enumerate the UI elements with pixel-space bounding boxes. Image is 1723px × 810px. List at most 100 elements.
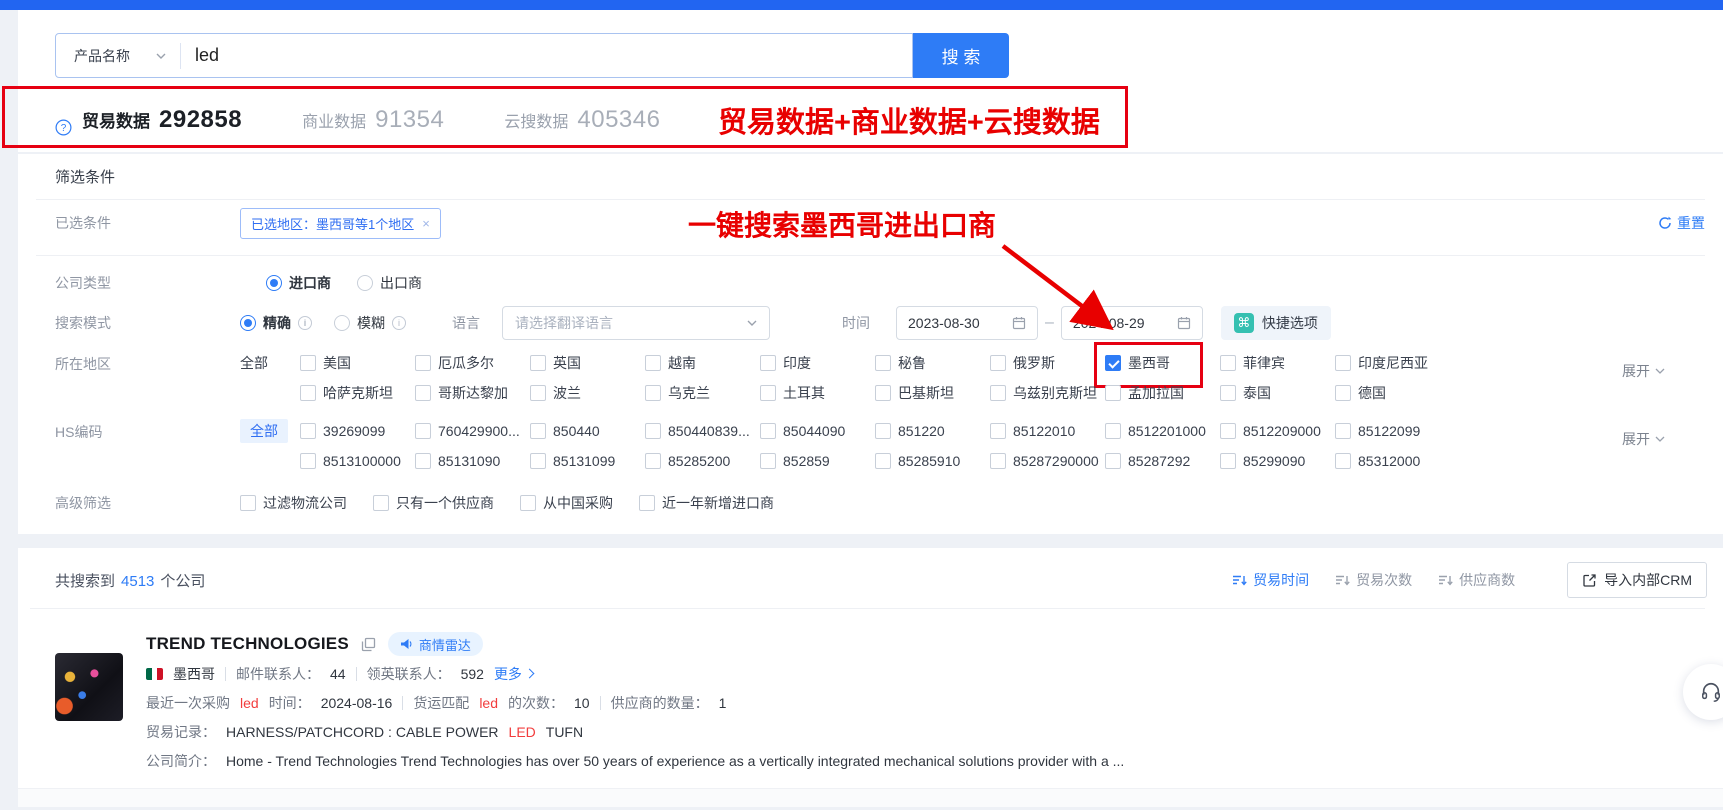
advanced-checkbox-buy-from-china[interactable]: 从中国采购 (520, 493, 613, 513)
advanced-checkbox-new-importer[interactable]: 近一年新增进口商 (639, 493, 774, 513)
region-option-label: 印度 (783, 353, 811, 373)
hscode-checkbox[interactable]: 85312000 (1335, 453, 1450, 469)
checkbox-icon (1220, 355, 1236, 371)
sort-supplier-count[interactable]: 供应商数 (1438, 570, 1515, 590)
region-checkbox-pakistan[interactable]: 巴基斯坦 (875, 383, 990, 403)
hscode-checkbox[interactable]: 851220 (875, 423, 990, 439)
reset-button[interactable]: 重置 (1658, 213, 1705, 233)
region-checkbox-indonesia[interactable]: 印度尼西亚 (1335, 353, 1450, 373)
language-select[interactable]: 请选择翻译语言 (502, 306, 770, 340)
more-link[interactable]: 更多 (494, 664, 533, 684)
calendar-icon (1177, 316, 1191, 330)
hscode-checkbox[interactable]: 85287292 (1105, 453, 1220, 469)
hscode-checkbox[interactable]: 760429900... (415, 423, 530, 439)
region-checkbox-peru[interactable]: 秘鲁 (875, 353, 990, 373)
hscode-checkbox[interactable]: 85131099 (530, 453, 645, 469)
advanced-checkbox-filter-logistics[interactable]: 过滤物流公司 (240, 493, 347, 513)
region-all[interactable]: 全部 (240, 353, 300, 373)
advanced-checkbox-single-supplier[interactable]: 只有一个供应商 (373, 493, 494, 513)
command-icon: ⌘ (1234, 313, 1254, 333)
region-checkbox-thailand[interactable]: 泰国 (1220, 383, 1335, 403)
sort-trade-time[interactable]: 贸易时间 (1232, 570, 1309, 590)
hscode-all[interactable]: 全部 (240, 421, 300, 441)
region-checkbox-kazakhstan[interactable]: 哈萨克斯坦 (300, 383, 415, 403)
last-purchase-date: 2024-08-16 (321, 695, 393, 711)
chevron-down-icon (156, 53, 166, 59)
search-button[interactable]: 搜 索 (913, 33, 1009, 78)
checkbox-icon (875, 423, 891, 439)
advanced-filter-row: 高级筛选 过滤物流公司 只有一个供应商 从中国采购 近一年新增进口商 (18, 488, 1723, 518)
company-country: 墨西哥 (173, 664, 215, 684)
info-icon[interactable]: i (298, 316, 312, 330)
radio-label: 进口商 (289, 273, 331, 293)
region-checkbox-poland[interactable]: 波兰 (530, 383, 645, 403)
region-expand-button[interactable]: 展开 (1622, 361, 1665, 381)
hscode-checkbox[interactable]: 39269099 (300, 423, 415, 439)
region-checkbox-india[interactable]: 印度 (760, 353, 875, 373)
hscode-checkbox[interactable]: 85122099 (1335, 423, 1450, 439)
tab-business-data[interactable]: 商业数据 91354 (302, 106, 444, 148)
sort-trade-count[interactable]: 贸易次数 (1335, 570, 1412, 590)
date-start-input[interactable]: 2023-08-30 (896, 306, 1038, 340)
region-checkbox-bangladesh[interactable]: 孟加拉国 (1105, 383, 1220, 403)
radio-selected-icon (266, 275, 282, 291)
region-checkbox-ecuador[interactable]: 厄瓜多尔 (415, 353, 530, 373)
hscode-checkbox[interactable]: 85285200 (645, 453, 760, 469)
hscode-checkbox[interactable]: 85131090 (415, 453, 530, 469)
region-checkbox-vietnam[interactable]: 越南 (645, 353, 760, 373)
hscode-checkbox[interactable]: 85122010 (990, 423, 1105, 439)
selected-region-tag[interactable]: 已选地区：墨西哥等1个地区 × (240, 208, 441, 239)
hscode-checkbox[interactable]: 8512201000 (1105, 423, 1220, 439)
hscode-checkbox[interactable]: 85044090 (760, 423, 875, 439)
region-checkbox-mexico-checked[interactable]: 墨西哥 (1105, 353, 1220, 373)
copy-icon[interactable] (361, 637, 376, 652)
region-checkbox-usa[interactable]: 美国 (300, 353, 415, 373)
help-icon[interactable]: ? (55, 119, 72, 136)
calendar-icon (1012, 316, 1026, 330)
search-category-select[interactable]: 产品名称 (56, 46, 180, 66)
hscode-checkbox[interactable]: 852859 (760, 453, 875, 469)
hscode-checkbox[interactable]: 85285910 (875, 453, 990, 469)
region-checkbox-uk[interactable]: 英国 (530, 353, 645, 373)
divider (36, 255, 1705, 256)
radio-exact[interactable]: 精确 i (240, 313, 312, 333)
region-option-label: 哈萨克斯坦 (323, 383, 393, 403)
expand-label: 展开 (1622, 361, 1650, 381)
radio-fuzzy[interactable]: 模糊 i (334, 313, 406, 333)
region-checkbox-costa-rica[interactable]: 哥斯达黎加 (415, 383, 530, 403)
remove-tag-icon[interactable]: × (422, 216, 430, 231)
hscode-checkbox[interactable]: 85299090 (1220, 453, 1335, 469)
region-checkbox-russia[interactable]: 俄罗斯 (990, 353, 1105, 373)
radio-exporter[interactable]: 出口商 (357, 273, 422, 293)
quick-options-button[interactable]: ⌘ 快捷选项 (1221, 306, 1331, 340)
region-checkbox-philippines[interactable]: 菲律宾 (1220, 353, 1335, 373)
company-result-card[interactable]: TREND TECHNOLOGIES 商情雷达 墨西哥 邮件联系人： 44 领英… (18, 609, 1723, 775)
region-checkbox-germany[interactable]: 德国 (1335, 383, 1450, 403)
region-checkbox-ukraine[interactable]: 乌克兰 (645, 383, 760, 403)
search-input[interactable] (181, 45, 912, 66)
company-name[interactable]: TREND TECHNOLOGIES (146, 634, 349, 654)
import-crm-button[interactable]: 导入内部CRM (1567, 562, 1707, 598)
hscode-checkbox[interactable]: 850440839... (645, 423, 760, 439)
hscode-checkbox[interactable]: 850440 (530, 423, 645, 439)
hscode-filter-row: HS编码 全部 39269099 760429900... 850440 850… (18, 416, 1723, 476)
summary-count: 4513 (121, 573, 154, 590)
tab-cloud-search-data[interactable]: 云搜数据 405346 (504, 106, 660, 148)
hscode-checkbox[interactable]: 8513100000 (300, 453, 415, 469)
region-checkbox-turkey[interactable]: 土耳其 (760, 383, 875, 403)
time-label: 时间 (842, 313, 870, 333)
hscode-option-label: 85285200 (668, 453, 730, 469)
search-category-value: 产品名称 (74, 46, 130, 66)
region-checkbox-uzbekistan[interactable]: 乌兹别克斯坦 (990, 383, 1105, 403)
search-mode-label: 搜索模式 (55, 313, 240, 333)
tab-trade-data[interactable]: 贸易数据 292858 (82, 106, 242, 148)
reset-label: 重置 (1677, 213, 1705, 233)
radio-importer[interactable]: 进口商 (266, 273, 331, 293)
hscode-expand-button[interactable]: 展开 (1622, 429, 1665, 449)
date-end-input[interactable]: 2024-08-29 (1061, 306, 1203, 340)
checkbox-icon (990, 385, 1006, 401)
business-radar-badge[interactable]: 商情雷达 (388, 632, 483, 656)
hscode-checkbox[interactable]: 85287290000 (990, 453, 1105, 469)
info-icon[interactable]: i (392, 316, 406, 330)
hscode-checkbox[interactable]: 8512209000 (1220, 423, 1335, 439)
